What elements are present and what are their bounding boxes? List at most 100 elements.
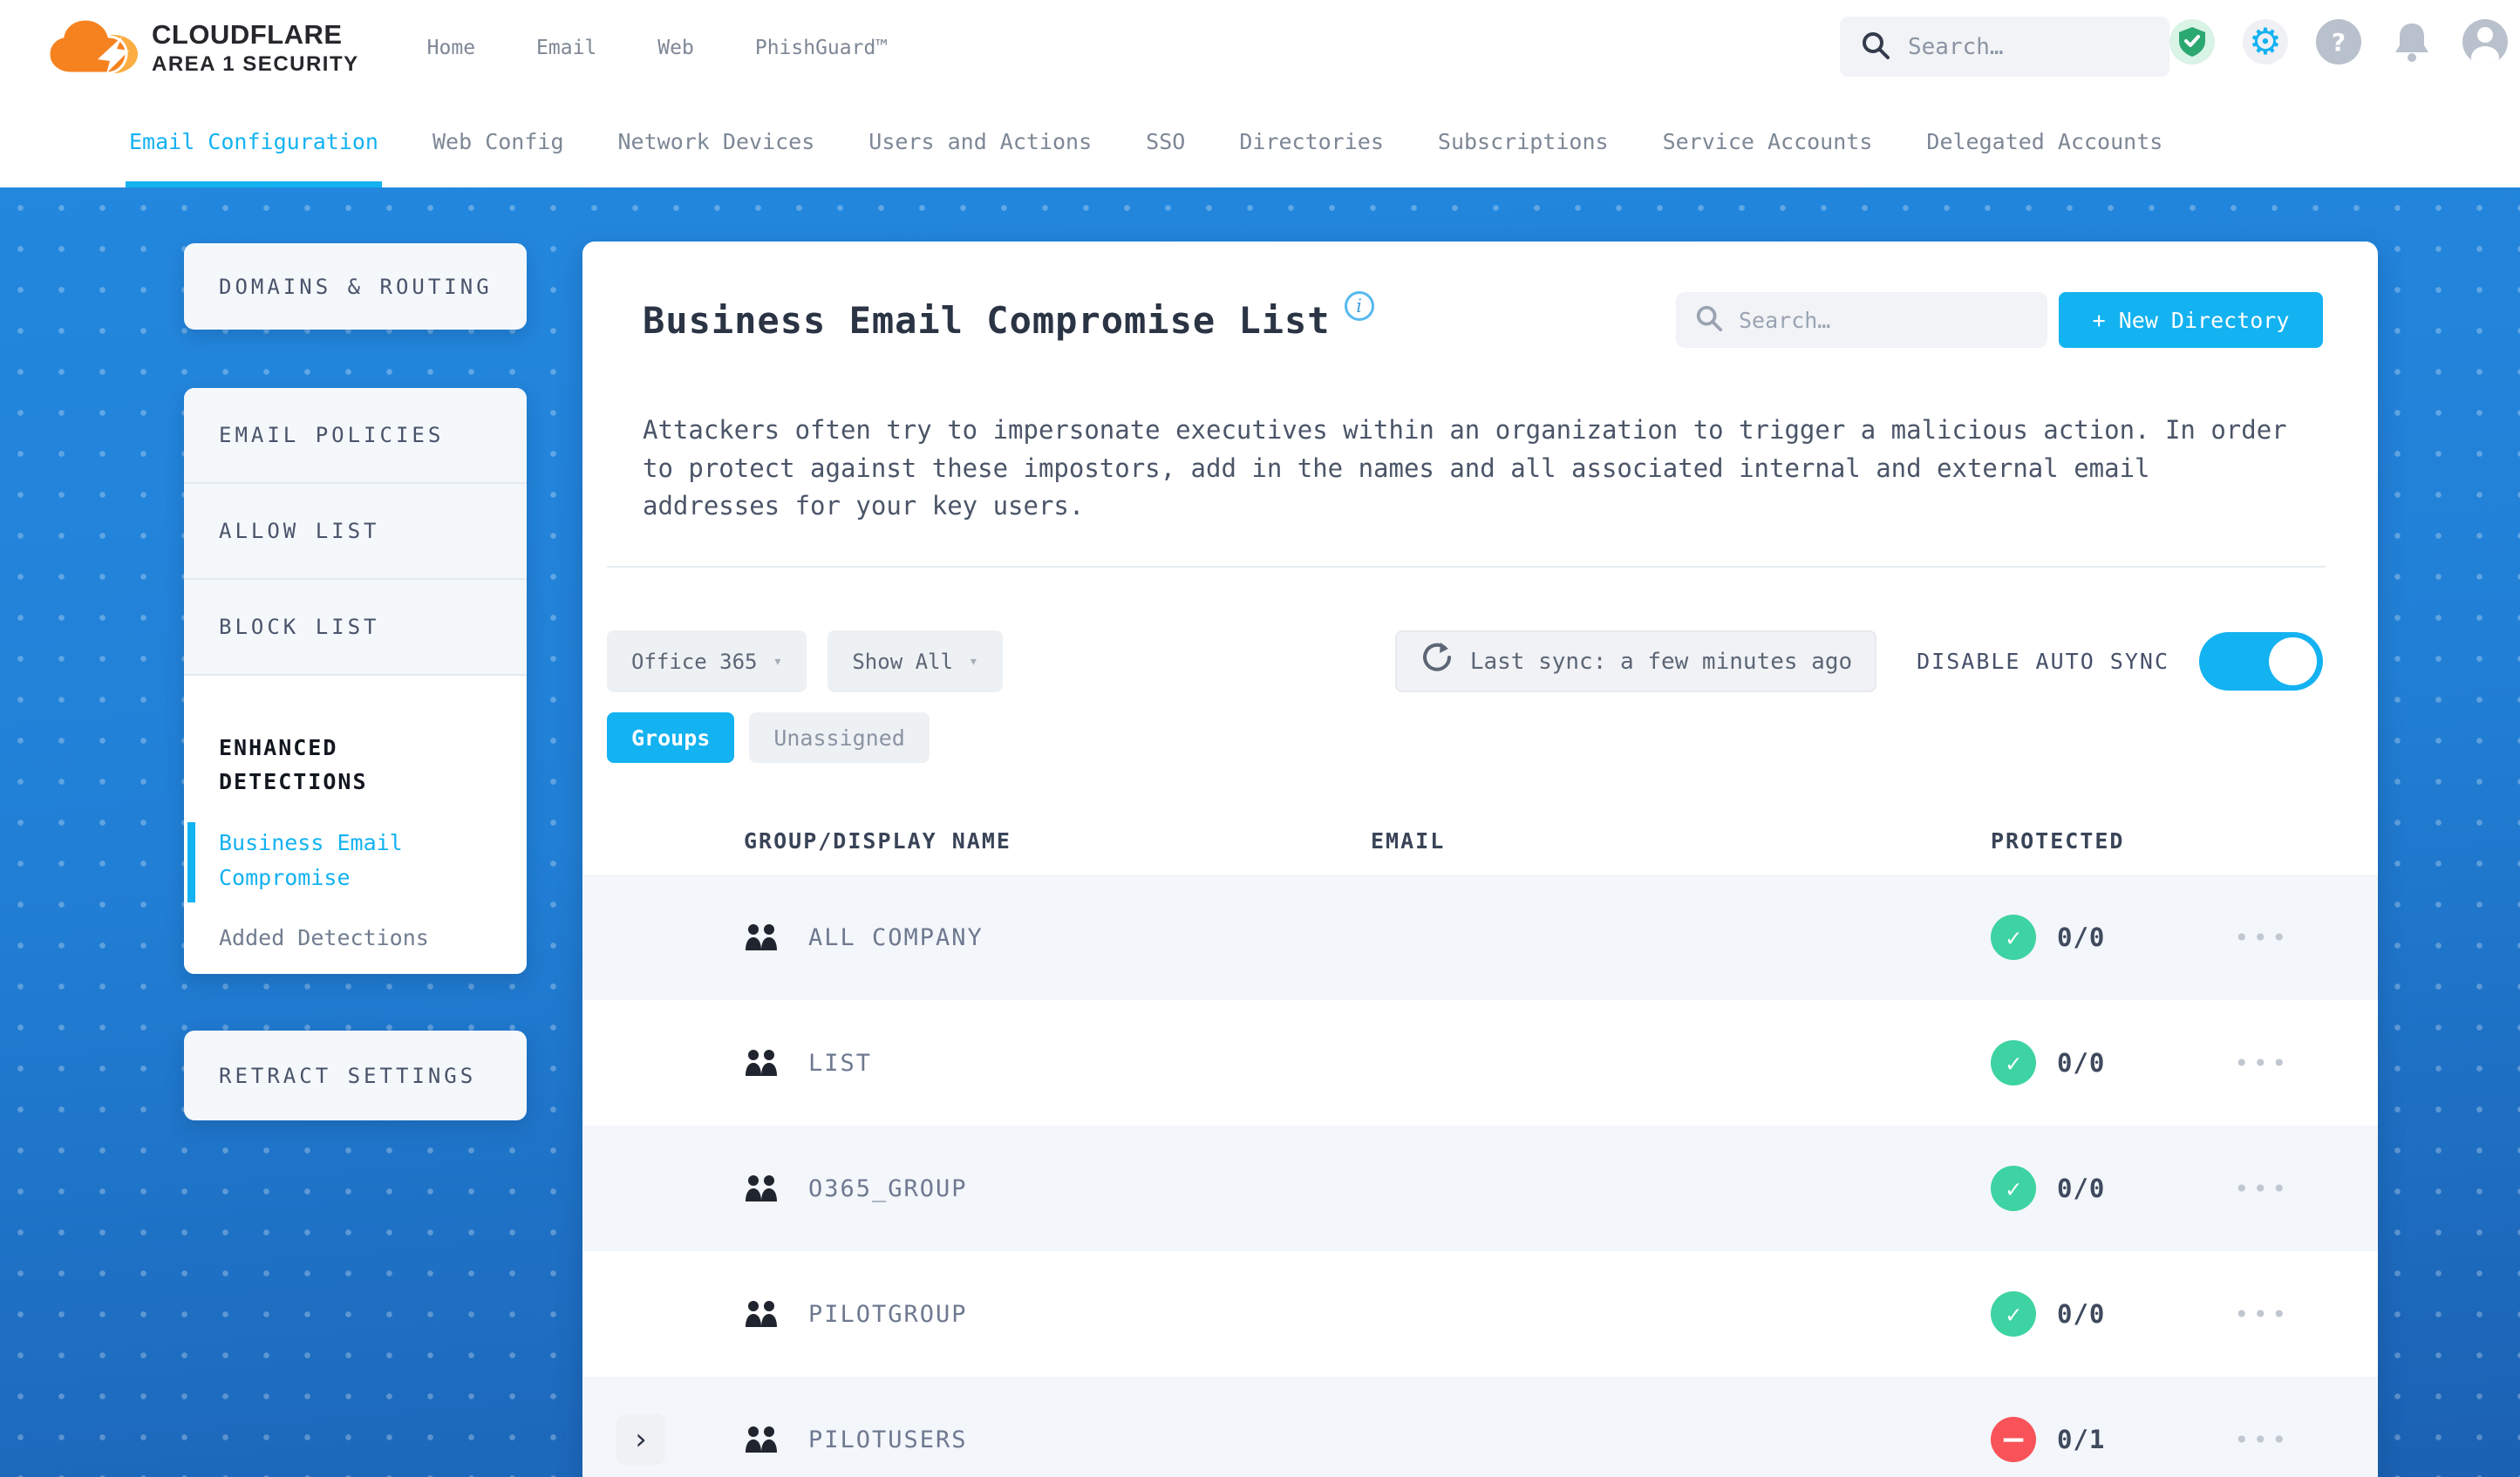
- sidebar-item-allow-list[interactable]: ALLOW LIST: [184, 484, 527, 580]
- sidebar-card-retract-settings[interactable]: RETRACT SETTINGS: [184, 1031, 527, 1120]
- panel-header: Business Email Compromise List i + New D…: [643, 291, 2323, 348]
- table-header-row: GROUP/DISPLAY NAME EMAIL PROTECTED: [582, 807, 2378, 875]
- sidebar-card-policies: EMAIL POLICIES ALLOW LIST BLOCK LIST ENH…: [184, 388, 527, 974]
- disable-auto-sync-label: DISABLE AUTO SYNC: [1917, 649, 2169, 674]
- group-icon: [744, 1174, 780, 1203]
- nav-home[interactable]: Home: [427, 37, 475, 59]
- tab-groups[interactable]: Groups: [607, 712, 735, 763]
- group-name: PILOTUSERS: [808, 1426, 968, 1453]
- table-row: LIST 0/0: [582, 1000, 2378, 1126]
- info-icon[interactable]: i: [1344, 291, 1374, 321]
- groups-table: GROUP/DISPLAY NAME EMAIL PROTECTED ALL C…: [582, 807, 2378, 1477]
- group-icon: [744, 1425, 780, 1454]
- page-description: Attackers often try to impersonate execu…: [643, 415, 2287, 521]
- nav-phishguard[interactable]: PhishGuard™: [755, 37, 888, 59]
- tab-directories[interactable]: Directories: [1239, 96, 1384, 187]
- main-panel: Business Email Compromise List i + New D…: [582, 242, 2378, 1477]
- table-row: ALL COMPANY 0/0: [582, 875, 2378, 1000]
- nav-email[interactable]: Email: [536, 37, 596, 59]
- list-search-input[interactable]: [1739, 307, 2018, 333]
- last-sync-button[interactable]: Last sync: a few minutes ago: [1394, 630, 1877, 692]
- search-icon: [1695, 304, 1723, 336]
- brand-subtitle: AREA 1 SECURITY: [152, 52, 359, 76]
- expand-row-button[interactable]: ›: [616, 1414, 665, 1465]
- nav-web[interactable]: Web: [657, 37, 694, 59]
- tab-email-configuration[interactable]: Email Configuration: [126, 96, 382, 187]
- protected-count: 0/1: [2057, 1425, 2106, 1454]
- group-name: ALL COMPANY: [808, 923, 984, 951]
- shield-check-icon[interactable]: [2169, 19, 2215, 65]
- active-item-indicator: [187, 821, 195, 902]
- primary-nav: Home Email Web PhishGuard™: [427, 37, 889, 59]
- tab-web-config[interactable]: Web Config: [432, 96, 564, 187]
- sidebar-item-email-policies[interactable]: EMAIL POLICIES: [184, 388, 527, 484]
- gear-icon[interactable]: ⚙: [2243, 19, 2288, 65]
- directory-dropdown[interactable]: Office 365 ▾: [607, 630, 807, 692]
- list-search: [1676, 292, 2047, 348]
- search-icon: [1861, 31, 1890, 64]
- filter-bar: Office 365 ▾ Show All ▾ Last sync: a few…: [607, 630, 2323, 692]
- table-row: › PILOTUSERS 0/1: [582, 1377, 2378, 1477]
- column-header-email: EMAIL: [1371, 827, 1446, 854]
- bell-icon[interactable]: [2389, 19, 2435, 65]
- table-row: PILOTGROUP 0/0: [582, 1251, 2378, 1377]
- protected-count: 0/0: [2057, 1048, 2106, 1078]
- row-menu-button[interactable]: [2234, 1426, 2291, 1454]
- column-header-protected: PROTECTED: [1991, 827, 2125, 854]
- section-divider: [607, 566, 2326, 568]
- help-icon[interactable]: ?: [2316, 19, 2361, 65]
- view-tabs: Groups Unassigned: [607, 712, 930, 763]
- cloudflare-logo[interactable]: CLOUDFLARE AREA 1 SECURITY: [45, 17, 359, 78]
- new-directory-button[interactable]: + New Directory: [2059, 292, 2323, 348]
- tab-unassigned[interactable]: Unassigned: [749, 712, 930, 763]
- header-icon-bar: ⚙ ?: [2169, 19, 2508, 65]
- chevron-down-icon: ▾: [773, 652, 783, 670]
- top-header: CLOUDFLARE AREA 1 SECURITY Home Email We…: [0, 0, 2520, 96]
- user-icon[interactable]: [2462, 19, 2508, 65]
- page-title: Business Email Compromise List: [643, 298, 1331, 342]
- group-icon: [744, 1048, 780, 1078]
- row-menu-button[interactable]: [2234, 1174, 2291, 1203]
- tab-sso[interactable]: SSO: [1146, 96, 1185, 187]
- auto-sync-toggle[interactable]: [2199, 632, 2323, 691]
- sidebar-item-enhanced-detections[interactable]: ENHANCED DETECTIONS: [219, 732, 428, 800]
- tab-users-and-actions[interactable]: Users and Actions: [868, 96, 1092, 187]
- protected-count: 0/0: [2057, 1299, 2106, 1329]
- sync-icon: [1420, 641, 1470, 682]
- row-menu-button[interactable]: [2234, 1049, 2291, 1078]
- tab-network-devices[interactable]: Network Devices: [618, 96, 815, 187]
- protected-status-icon: [1991, 915, 2036, 960]
- row-menu-button[interactable]: [2234, 923, 2291, 952]
- global-search: [1840, 17, 2169, 77]
- global-search-input[interactable]: [1908, 33, 2135, 60]
- tab-delegated-accounts[interactable]: Delegated Accounts: [1926, 96, 2162, 187]
- sidebar-item-block-list[interactable]: BLOCK LIST: [184, 580, 527, 676]
- unprotected-status-icon: [1991, 1417, 2036, 1462]
- show-filter-dropdown[interactable]: Show All ▾: [828, 630, 1003, 692]
- group-name: LIST: [808, 1049, 873, 1077]
- tab-subscriptions[interactable]: Subscriptions: [1438, 96, 1609, 187]
- sidebar-item-retract-settings[interactable]: RETRACT SETTINGS: [184, 1064, 476, 1088]
- toggle-knob: [2269, 637, 2317, 685]
- group-icon: [744, 922, 780, 952]
- sidebar-card-domains-routing[interactable]: DOMAINS & ROUTING: [184, 243, 527, 330]
- column-header-name: GROUP/DISPLAY NAME: [744, 827, 1011, 854]
- sidebar-section-enhanced-detections: ENHANCED DETECTIONS Business Email Compr…: [184, 676, 527, 974]
- protected-status-icon: [1991, 1166, 2036, 1211]
- config-tab-bar: Email Configuration Web Config Network D…: [0, 96, 2520, 187]
- brand-name: CLOUDFLARE: [152, 19, 343, 50]
- table-row: O365_GROUP 0/0: [582, 1126, 2378, 1251]
- protected-count: 0/0: [2057, 922, 2106, 952]
- group-icon: [744, 1299, 780, 1329]
- sidebar-item-business-email-compromise[interactable]: Business Email Compromise: [187, 821, 429, 902]
- sidebar-item-added-detections[interactable]: Added Detections: [219, 925, 429, 950]
- sidebar-item-domains-routing[interactable]: DOMAINS & ROUTING: [184, 275, 493, 299]
- group-name: O365_GROUP: [808, 1174, 968, 1202]
- tab-service-accounts[interactable]: Service Accounts: [1663, 96, 1873, 187]
- cloudflare-cloud-icon: [45, 17, 140, 78]
- last-sync-label: Last sync: a few minutes ago: [1469, 648, 1853, 675]
- page-background: DOMAINS & ROUTING EMAIL POLICIES ALLOW L…: [0, 187, 2520, 1477]
- row-menu-button[interactable]: [2234, 1300, 2291, 1329]
- protected-status-icon: [1991, 1291, 2036, 1337]
- chevron-down-icon: ▾: [968, 652, 978, 670]
